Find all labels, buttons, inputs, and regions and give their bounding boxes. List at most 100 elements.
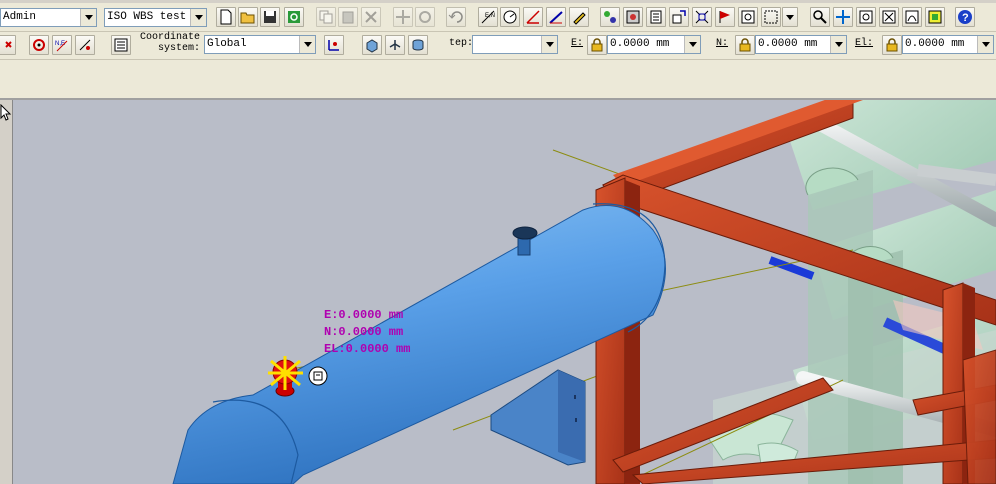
- slope-button[interactable]: [546, 7, 566, 27]
- zoom-button[interactable]: [810, 7, 830, 27]
- close-icon: [365, 11, 377, 23]
- close-icon: [5, 41, 12, 48]
- snap-coords-button[interactable]: N,E: [52, 35, 72, 55]
- workspace-left-edge: [0, 100, 13, 484]
- paste-button[interactable]: [338, 7, 358, 27]
- assembly-button[interactable]: [623, 7, 643, 27]
- folder-open-icon: [240, 12, 255, 24]
- delete-button[interactable]: [361, 7, 381, 27]
- insert-icon: [672, 10, 686, 24]
- coordinate-toolbar: N,E Coordinate system: Global tep: E: 0.…: [0, 32, 996, 60]
- chevron-down-icon[interactable]: [977, 36, 993, 53]
- coordinate-system-label: Coordinate system:: [140, 32, 200, 54]
- view-iso-button[interactable]: [408, 35, 428, 55]
- coordinate-settings-button[interactable]: [111, 35, 131, 55]
- view-axis-button[interactable]: [385, 35, 405, 55]
- zoom-window-icon: [859, 10, 873, 24]
- catalog-button[interactable]: [646, 7, 666, 27]
- chevron-down-icon[interactable]: [190, 9, 206, 26]
- open-file-button[interactable]: [238, 7, 258, 27]
- angle-button[interactable]: [523, 7, 543, 27]
- more-dropdown-button[interactable]: [782, 7, 798, 27]
- chevron-down-icon[interactable]: [684, 36, 700, 53]
- move-icon: [396, 10, 410, 24]
- select-box-button[interactable]: [761, 7, 781, 27]
- slope-icon: [549, 11, 563, 24]
- zoom-extents-button[interactable]: [879, 7, 899, 27]
- chevron-down-icon[interactable]: [299, 36, 315, 53]
- angle-icon: [526, 10, 540, 24]
- horizontal-vessel[interactable]: [172, 203, 666, 484]
- flag-button[interactable]: [715, 7, 735, 27]
- new-file-icon: [220, 9, 232, 25]
- pencil-button[interactable]: [569, 7, 589, 27]
- lock-icon: [591, 38, 603, 52]
- refresh-icon: [288, 11, 300, 23]
- fit-icon: [695, 10, 709, 24]
- east-value: 0.0000 mm: [610, 38, 670, 50]
- search-icon: [813, 10, 827, 24]
- snap-delta-button[interactable]: [75, 35, 95, 55]
- north-lock-button[interactable]: [735, 35, 755, 55]
- assembly-icon: [626, 10, 640, 24]
- measure-button[interactable]: E,N: [478, 7, 498, 27]
- new-file-button[interactable]: [216, 7, 236, 27]
- chevron-down-icon[interactable]: [830, 36, 846, 53]
- copy-button[interactable]: [316, 7, 336, 27]
- lock-icon: [886, 38, 898, 52]
- 3d-model-viewport[interactable]: E:0.0000 mm N:0.0000 mm EL:0.0000 mm: [13, 100, 996, 484]
- components-button[interactable]: [600, 7, 620, 27]
- view-top-button[interactable]: [362, 35, 382, 55]
- readout-north: N:0.0000 mm: [324, 325, 404, 339]
- insert-button[interactable]: [669, 7, 689, 27]
- pan-button[interactable]: [833, 7, 853, 27]
- wbs-combo[interactable]: ISO WBS test: [104, 8, 207, 27]
- east-value-combo[interactable]: 0.0000 mm: [607, 35, 701, 54]
- pick-origin-button[interactable]: [324, 35, 344, 55]
- zoom-window-button[interactable]: [856, 7, 876, 27]
- close-tool-button[interactable]: [0, 35, 16, 55]
- cursor-arrow-icon: [0, 104, 12, 121]
- help-button[interactable]: ?: [955, 7, 975, 27]
- frame-button[interactable]: [738, 7, 758, 27]
- fit-button[interactable]: [692, 7, 712, 27]
- flag-icon: [719, 11, 730, 23]
- undo-icon: [448, 11, 463, 23]
- step-combo[interactable]: [472, 35, 558, 54]
- north-value-combo[interactable]: 0.0000 mm: [755, 35, 847, 54]
- svg-text:E,N: E,N: [485, 13, 495, 19]
- snap-coords-icon: N,E: [55, 40, 68, 52]
- coordinate-system-combo[interactable]: Global: [204, 35, 316, 54]
- elevation-value-combo[interactable]: 0.0000 mm: [902, 35, 994, 54]
- chevron-down-icon[interactable]: [80, 9, 96, 26]
- connection-point-icon[interactable]: [308, 366, 328, 386]
- east-lock-button[interactable]: [587, 35, 607, 55]
- frame-icon: [741, 10, 755, 24]
- user-combo[interactable]: Admin: [0, 8, 97, 27]
- gauge-button[interactable]: [500, 7, 520, 27]
- move-button[interactable]: [393, 7, 413, 27]
- pick-origin-icon: [328, 40, 339, 51]
- help-icon: ?: [958, 10, 972, 24]
- view-orbit-button[interactable]: [902, 7, 922, 27]
- north-label: N:: [716, 38, 729, 49]
- elevation-lock-button[interactable]: [882, 35, 902, 55]
- undo-button[interactable]: [446, 7, 466, 27]
- north-value: 0.0000 mm: [758, 38, 818, 50]
- east-label: E:: [571, 38, 584, 49]
- paste-icon: [342, 11, 354, 24]
- view-settings-button[interactable]: [925, 7, 945, 27]
- rotate-icon: [419, 11, 431, 23]
- readout-east: E:0.0000 mm: [324, 308, 404, 322]
- rotate-button[interactable]: [415, 7, 435, 27]
- chevron-down-icon[interactable]: [541, 36, 557, 53]
- cylinder-icon: [412, 39, 424, 51]
- coordinate-readout: E:0.0000 mm N:0.0000 mm EL:0.0000 mm: [324, 307, 410, 358]
- gauge-icon: [503, 10, 517, 24]
- vessel-saddle: [490, 369, 586, 466]
- save-button[interactable]: [260, 7, 280, 27]
- view-settings-icon: [928, 10, 942, 24]
- snap-point-button[interactable]: [29, 35, 49, 55]
- save-icon: [264, 11, 276, 23]
- refresh-button[interactable]: [284, 7, 304, 27]
